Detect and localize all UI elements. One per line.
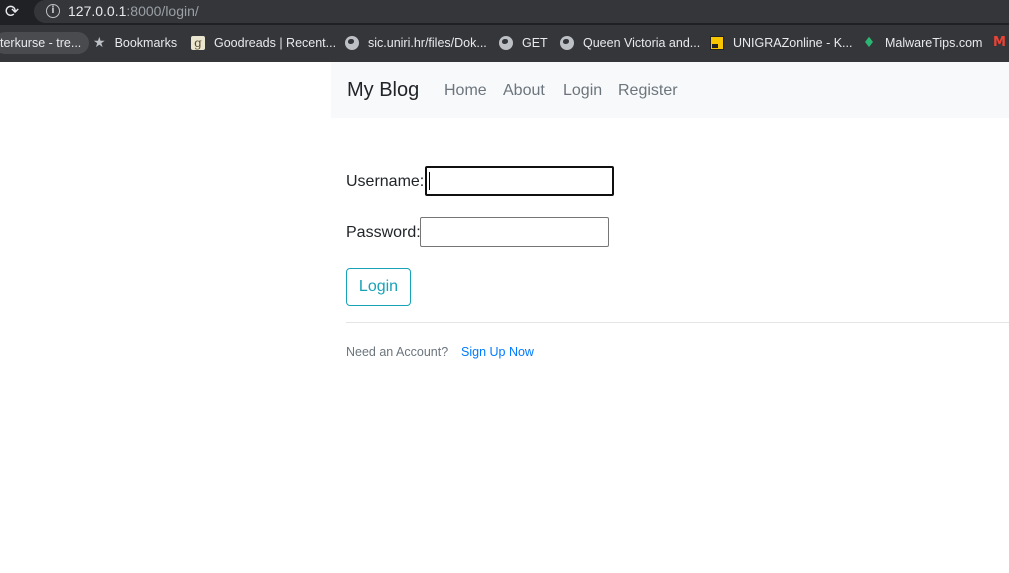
bookmark-item[interactable]: M <box>993 31 1009 55</box>
username-input[interactable] <box>425 166 614 196</box>
url-text[interactable]: 127.0.0.1:8000/login/ <box>68 3 199 19</box>
bookmark-label: GET <box>522 36 548 50</box>
address-bar[interactable]: i 127.0.0.1:8000/login/ <box>34 0 1009 23</box>
nav-link-login[interactable]: Login <box>563 82 602 100</box>
malwaretips-icon: ♦ <box>862 35 876 51</box>
nav-link-register[interactable]: Register <box>618 82 678 100</box>
bookmark-label: Queen Victoria and... <box>583 36 701 50</box>
bookmark-label: terkurse - tre... <box>0 36 82 50</box>
bookmark-item[interactable]: ★ Bookmarks <box>93 31 177 55</box>
info-icon[interactable]: i <box>46 4 60 18</box>
goodreads-icon: g <box>191 36 205 50</box>
bookmark-label: Bookmarks <box>114 36 178 50</box>
divider <box>346 322 1009 323</box>
bookmark-label: UNIGRAZonline - K... <box>733 36 853 50</box>
url-host: 127.0.0.1 <box>68 3 127 19</box>
login-button[interactable]: Login <box>346 268 411 306</box>
url-path: :8000/login/ <box>126 3 199 19</box>
star-icon: ★ <box>93 35 106 51</box>
bookmark-item[interactable]: GET <box>499 31 548 55</box>
bookmarks-bar: terkurse - tre... ★ Bookmarks g Goodread… <box>0 25 1009 62</box>
password-label: Password: <box>346 224 421 241</box>
site-navbar: My Blog Home About Login Register <box>331 62 1009 118</box>
bookmark-item[interactable]: terkurse - tre... <box>0 32 90 54</box>
reload-icon[interactable]: ⟳ <box>2 2 22 22</box>
globe-icon <box>345 36 359 50</box>
need-account-text: Need an Account? <box>346 345 449 359</box>
bookmark-label: sic.uniri.hr/files/Dok... <box>368 36 487 50</box>
bookmark-label: Goodreads | Recent... <box>214 36 337 50</box>
bookmark-item[interactable]: ♦ MalwareTips.com <box>862 31 983 55</box>
username-label: Username: <box>346 173 425 190</box>
bookmark-item[interactable]: g Goodreads | Recent... <box>191 31 336 55</box>
bookmark-item[interactable]: Queen Victoria and... <box>560 31 700 55</box>
browser-toolbar: ⟳ i 127.0.0.1:8000/login/ <box>0 0 1009 25</box>
nav-link-home[interactable]: Home <box>444 82 487 100</box>
nav-link-about[interactable]: About <box>503 82 545 100</box>
bookmark-item[interactable]: sic.uniri.hr/files/Dok... <box>345 31 487 55</box>
text-caret <box>429 172 430 190</box>
bookmark-label: MalwareTips.com <box>885 36 983 50</box>
globe-icon <box>499 36 513 50</box>
gmail-icon: M <box>993 35 1006 50</box>
unigraz-icon <box>710 36 724 50</box>
navbar-brand[interactable]: My Blog <box>347 79 419 102</box>
password-input[interactable] <box>420 217 609 247</box>
bookmark-item[interactable]: UNIGRAZonline - K... <box>710 31 852 55</box>
globe-icon <box>560 36 574 50</box>
sign-up-link[interactable]: Sign Up Now <box>461 345 534 359</box>
